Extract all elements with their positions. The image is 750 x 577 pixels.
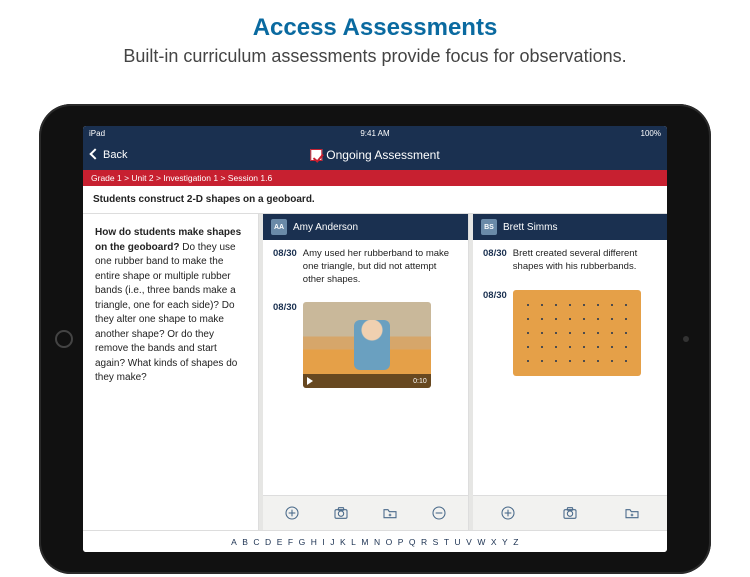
student-header[interactable]: AA Amy Anderson [263,214,468,240]
alpha-letter[interactable]: S [433,537,439,547]
entry-date: 08/30 [273,248,297,286]
folder-button[interactable] [618,502,646,524]
student-entries: 08/30 Amy used her rubberband to make on… [263,240,468,495]
alpha-letter[interactable]: Q [409,537,416,547]
status-time: 9:41 AM [360,129,389,138]
ipad-camera [683,336,689,342]
chevron-left-icon [91,150,101,160]
alpha-letter[interactable]: A [231,537,237,547]
nav-title: Ongoing Assessment [310,148,439,162]
alpha-letter[interactable]: G [299,537,306,547]
ipad-home-button [55,330,73,348]
video-thumbnail[interactable]: 0:10 [303,302,431,388]
task-description: Students construct 2-D shapes on a geobo… [83,186,667,214]
observation-entry[interactable]: 08/30 [473,282,667,384]
status-carrier: iPad [89,129,105,138]
entry-date: 08/30 [483,248,507,274]
alpha-letter[interactable]: T [444,537,450,547]
student-column: AA Amy Anderson 08/30 Amy used her rubbe… [263,214,469,530]
nav-bar: Back Ongoing Assessment [83,140,667,170]
entry-actions [473,495,667,530]
observation-entry[interactable]: 08/30 0:10 [263,294,468,396]
avatar: BS [481,219,497,235]
entry-text: Brett created several different shapes w… [513,248,657,274]
content-area: How do students make shapes on the geobo… [83,214,667,530]
observation-entry[interactable]: 08/30 Amy used her rubberband to make on… [263,240,468,294]
student-entries: 08/30 Brett created several different sh… [473,240,667,495]
alpha-letter[interactable]: W [477,537,486,547]
entry-date: 08/30 [483,290,507,376]
video-duration: 0:10 [413,377,427,386]
alpha-letter[interactable]: O [386,537,393,547]
remove-button[interactable] [425,502,453,524]
alpha-letter[interactable]: M [361,537,369,547]
alpha-letter[interactable]: H [311,537,318,547]
question-panel: How do students make shapes on the geobo… [83,214,259,530]
photo-thumbnail[interactable] [513,290,641,376]
status-battery: 100% [641,129,661,138]
alpha-letter[interactable]: R [421,537,428,547]
alpha-letter[interactable]: N [374,537,381,547]
alpha-letter[interactable]: I [322,537,325,547]
status-bar: iPad 9:41 AM 100% [83,126,667,140]
alphabet-index: ABCDEFGHIJKLMNOPQRSTUVWXYZ [83,530,667,552]
alpha-letter[interactable]: V [466,537,472,547]
nav-title-text: Ongoing Assessment [326,148,439,162]
alpha-letter[interactable]: Y [502,537,508,547]
promo-subtitle: Built-in curriculum assessments provide … [0,46,750,67]
checkbox-icon [310,149,322,161]
alpha-letter[interactable]: P [398,537,404,547]
entry-date: 08/30 [273,302,297,388]
alpha-letter[interactable]: C [253,537,260,547]
breadcrumb[interactable]: Grade 1 > Unit 2 > Investigation 1 > Ses… [83,170,667,186]
entry-actions [263,495,468,530]
alpha-letter[interactable]: U [455,537,462,547]
alpha-letter[interactable]: X [491,537,497,547]
promo-title: Access Assessments [0,14,750,42]
folder-button[interactable] [376,502,404,524]
camera-button[interactable] [327,502,355,524]
video-controls: 0:10 [303,374,431,388]
play-icon[interactable] [307,377,313,385]
alpha-letter[interactable]: F [288,537,294,547]
back-label: Back [103,149,127,161]
student-column: BS Brett Simms 08/30 Brett created sever… [473,214,667,530]
alpha-letter[interactable]: Z [513,537,519,547]
entry-text: Amy used her rubberband to make one tria… [303,248,458,286]
alpha-letter[interactable]: J [330,537,335,547]
app-screen: iPad 9:41 AM 100% Back Ongoing Assessmen… [83,126,667,552]
alpha-letter[interactable]: D [265,537,272,547]
student-name: Amy Anderson [293,222,358,233]
back-button[interactable]: Back [91,149,127,161]
student-header[interactable]: BS Brett Simms [473,214,667,240]
alpha-letter[interactable]: B [242,537,248,547]
ipad-frame: iPad 9:41 AM 100% Back Ongoing Assessmen… [39,104,711,574]
avatar: AA [271,219,287,235]
question-body: Do they use one rubber band to make the … [95,242,237,384]
alpha-letter[interactable]: L [351,537,356,547]
observation-entry[interactable]: 08/30 Brett created several different sh… [473,240,667,282]
add-button[interactable] [494,502,522,524]
camera-button[interactable] [556,502,584,524]
alpha-letter[interactable]: E [277,537,283,547]
alpha-letter[interactable]: K [340,537,346,547]
student-name: Brett Simms [503,222,557,233]
add-button[interactable] [278,502,306,524]
